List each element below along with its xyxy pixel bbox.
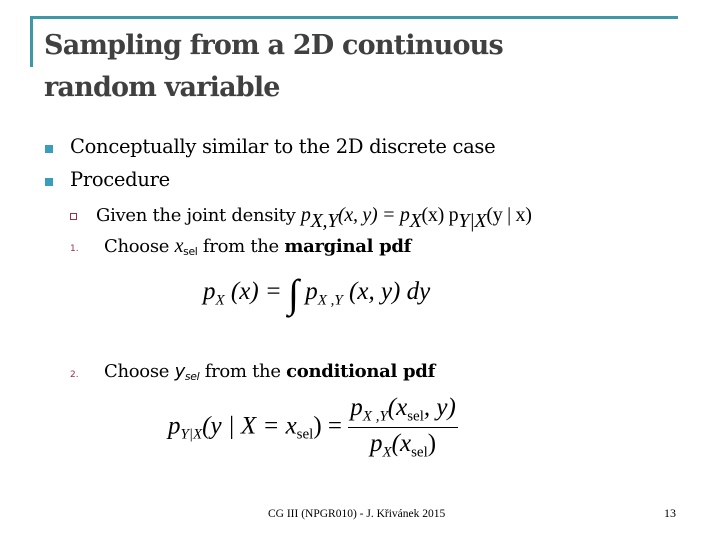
bullet-procedure: Procedure <box>70 168 170 191</box>
slide-footer: CG III (NPGR010) - J. Křivánek 2015 <box>268 508 446 520</box>
fraction-denominator: pX(xsel) <box>370 430 437 461</box>
step-number-2: 2. <box>70 370 79 380</box>
sub-bullet-square-icon <box>70 213 77 220</box>
marginal-pdf-equation: pX (x) = ∫ pX ,Y (x, y) dy <box>203 271 431 316</box>
slide-title: Sampling from a 2D continuous random var… <box>44 25 684 109</box>
conditional-pdf-equation: pY|X(y | X = xsel) = pX ,Y(xsel, y) pX(x… <box>168 394 458 462</box>
given-joint-density-line: Given the joint density pX,Y(x, y) = pX(… <box>96 204 532 232</box>
bullet-square-icon <box>45 178 53 186</box>
title-line-1: Sampling from a 2D continuous <box>44 30 504 61</box>
step-number-1: 1. <box>70 244 79 254</box>
title-line-2: random variable <box>44 72 280 103</box>
integral-symbol: ∫ <box>288 271 300 316</box>
fraction-numerator: pX ,Y(xsel, y) <box>348 394 458 429</box>
page-number: 13 <box>664 506 676 520</box>
title-frame-left-border <box>30 16 33 67</box>
step-2-choose-ysel: Choose ysel from the conditional pdf <box>104 361 436 384</box>
conditional-fraction: pX ,Y(xsel, y) pX(xsel) <box>348 394 458 462</box>
bullet-square-icon <box>45 145 53 153</box>
step-1-choose-xsel: Choose xsel from the marginal pdf <box>104 235 412 259</box>
title-frame-top-border <box>30 16 678 19</box>
bullet-conceptually-similar: Conceptually similar to the 2D discrete … <box>70 135 496 158</box>
